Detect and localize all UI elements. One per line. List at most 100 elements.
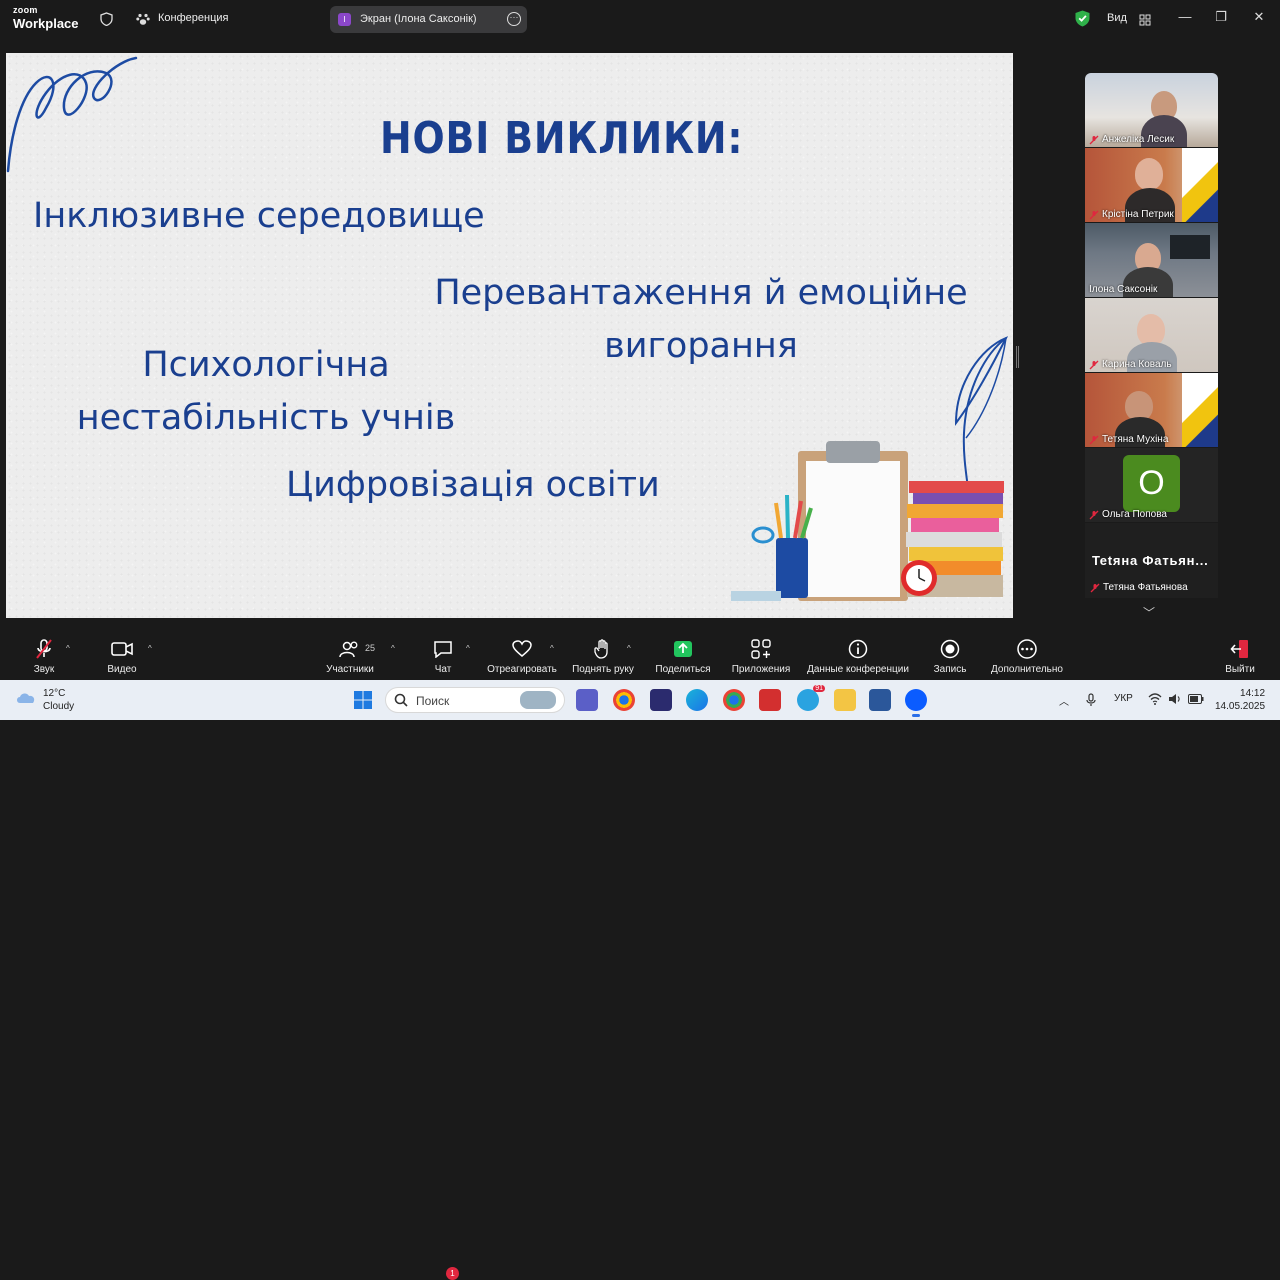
school-supplies-illustration bbox=[731, 441, 1004, 601]
muted-mic-icon bbox=[1089, 210, 1099, 219]
pdf-reader-icon[interactable] bbox=[759, 689, 781, 711]
zoom-taskbar-icon[interactable] bbox=[905, 689, 927, 717]
apps-icon bbox=[751, 639, 771, 659]
participant-name: Карина Коваль bbox=[1089, 359, 1172, 370]
chevron-down-icon[interactable]: ﹀ bbox=[1143, 604, 1155, 621]
muted-mic-icon bbox=[1089, 510, 1099, 519]
cloud-icon bbox=[17, 693, 35, 703]
muted-mic-icon bbox=[36, 639, 52, 659]
challenge-psychological: Психологічна нестабільність учнів bbox=[76, 345, 456, 438]
hand-icon bbox=[594, 639, 608, 659]
windows-taskbar: 12°C Cloudy Поиск 91 ︿ УКР 14:12 14.05.2… bbox=[0, 680, 1280, 720]
more-options-icon[interactable]: ··· bbox=[507, 12, 521, 26]
more-icon bbox=[1017, 639, 1037, 659]
featured-participant-name: Tetяна Фатьян... bbox=[1092, 553, 1209, 568]
word-icon[interactable] bbox=[869, 689, 891, 711]
record-button[interactable]: Запись bbox=[930, 638, 970, 675]
shared-slide: НОВІ ВИКЛИКИ: Інклюзивне середовище Пере… bbox=[6, 53, 1013, 618]
react-button[interactable]: Отреагировать bbox=[487, 638, 557, 675]
chat-options-caret[interactable]: ^ bbox=[466, 644, 470, 653]
video-button[interactable]: Видео bbox=[100, 638, 144, 675]
participant-tile-active-speaker[interactable]: Ілона Саксонік bbox=[1085, 223, 1218, 297]
telegram-badge: 91 bbox=[813, 685, 825, 692]
zoom-logo: zoom Workplace bbox=[13, 5, 79, 31]
taskbar-search[interactable]: Поиск bbox=[385, 687, 565, 713]
heart-icon bbox=[512, 640, 532, 657]
screen-share-badge: I bbox=[338, 13, 351, 26]
edge-icon[interactable] bbox=[686, 689, 708, 711]
conference-label[interactable]: Конференция bbox=[158, 12, 228, 24]
encryption-shield-icon[interactable] bbox=[1075, 10, 1090, 27]
title-bar: zoom Workplace Конференция I Экран (Ілон… bbox=[0, 0, 1280, 38]
leave-button[interactable]: Выйти bbox=[1222, 638, 1258, 675]
participants-count: 25 bbox=[365, 643, 376, 653]
participant-name: Тетяна Мухіна bbox=[1089, 434, 1168, 445]
panel-resize-handle[interactable] bbox=[1016, 346, 1019, 368]
weather-widget[interactable]: 12°C Cloudy bbox=[43, 687, 74, 713]
challenge-inclusive: Інклюзивне середовище bbox=[33, 196, 485, 236]
share-screen-icon bbox=[674, 641, 692, 657]
leave-door-icon bbox=[1230, 640, 1248, 658]
apps-button[interactable]: Приложения bbox=[729, 638, 793, 675]
challenge-digitalization: Цифровізація освіти bbox=[286, 465, 660, 505]
shield-menu-icon[interactable] bbox=[97, 10, 115, 28]
participant-tile[interactable]: О Ольга Попова bbox=[1085, 448, 1218, 522]
telegram-icon[interactable]: 91 bbox=[797, 685, 825, 711]
minimize-icon[interactable]: — bbox=[1177, 9, 1193, 24]
screen-share-label: Экран (Ілона Саксонік) bbox=[360, 13, 477, 25]
windows-start-icon[interactable] bbox=[353, 690, 373, 710]
maximize-icon[interactable]: ❐ bbox=[1213, 9, 1229, 25]
swirl-decoration-icon bbox=[6, 56, 138, 173]
close-icon[interactable]: ✕ bbox=[1251, 9, 1267, 25]
chrome-icon[interactable] bbox=[613, 689, 635, 711]
language-indicator[interactable]: УКР bbox=[1114, 693, 1133, 704]
muted-mic-icon bbox=[1089, 360, 1099, 369]
chat-unread-badge: 1 bbox=[446, 1267, 459, 1280]
participant-name: Ольга Попова bbox=[1089, 509, 1167, 520]
microphone-tray-icon[interactable] bbox=[1086, 693, 1096, 707]
wifi-icon[interactable] bbox=[1148, 693, 1162, 705]
tray-chevron-up-icon[interactable]: ︿ bbox=[1059, 693, 1069, 708]
react-options-caret[interactable]: ^ bbox=[550, 644, 554, 653]
system-clock[interactable]: 14:12 14.05.2025 bbox=[1215, 687, 1265, 713]
slide-title: НОВІ ВИКЛИКИ: bbox=[380, 113, 744, 164]
logo-big-text: Workplace bbox=[13, 16, 79, 31]
raise-hand-options-caret[interactable]: ^ bbox=[627, 644, 631, 653]
paw-icon[interactable] bbox=[134, 10, 152, 28]
participant-name: Анжеліка Лесик bbox=[1089, 134, 1174, 145]
participant-name: Крістіна Петрик bbox=[1089, 209, 1174, 220]
meeting-info-button[interactable]: Данные конференции bbox=[805, 638, 911, 675]
view-label[interactable]: Вид bbox=[1107, 12, 1127, 24]
audio-button[interactable]: Звук bbox=[24, 638, 64, 675]
speaker-icon[interactable] bbox=[1168, 693, 1182, 705]
audio-options-caret[interactable]: ^ bbox=[66, 644, 70, 653]
participants-options-caret[interactable]: ^ bbox=[391, 644, 395, 653]
participant-name: Ілона Саксонік bbox=[1089, 284, 1158, 295]
muted-mic-icon bbox=[1089, 435, 1099, 444]
view-grid-icon[interactable] bbox=[1136, 11, 1154, 29]
chrome-profile-icon[interactable] bbox=[723, 689, 745, 711]
record-icon bbox=[940, 639, 960, 659]
participants-icon bbox=[339, 641, 358, 658]
more-button[interactable]: Дополнительно bbox=[988, 638, 1066, 675]
participant-tile[interactable]: Крістіна Петрик bbox=[1085, 148, 1218, 222]
video-options-caret[interactable]: ^ bbox=[148, 644, 152, 653]
chat-bubble-icon bbox=[434, 641, 452, 658]
participant-tile[interactable]: Тетяна Мухіна bbox=[1085, 373, 1218, 447]
muted-mic-icon bbox=[1089, 135, 1099, 144]
file-explorer-icon[interactable] bbox=[834, 689, 856, 711]
save-app-icon[interactable] bbox=[650, 689, 672, 711]
logo-small-text: zoom bbox=[13, 5, 38, 15]
info-icon bbox=[848, 639, 868, 659]
search-highlight-image bbox=[520, 691, 556, 709]
avatar: О bbox=[1123, 455, 1180, 512]
challenge-overload: Перевантаження й емоційне вигорання bbox=[434, 273, 968, 366]
teams-icon[interactable] bbox=[576, 689, 598, 711]
screen-share-pill[interactable]: I Экран (Ілона Саксонік) ··· bbox=[330, 6, 527, 33]
share-screen-button[interactable]: Поделиться bbox=[654, 638, 712, 675]
battery-icon[interactable] bbox=[1188, 694, 1204, 704]
chat-button[interactable]: Чат bbox=[428, 638, 458, 675]
participant-tile[interactable]: Карина Коваль bbox=[1085, 298, 1218, 372]
participant-tile[interactable]: Анжеліка Лесик bbox=[1085, 73, 1218, 147]
participant-name: Тетяна Фатьянова bbox=[1090, 582, 1188, 593]
